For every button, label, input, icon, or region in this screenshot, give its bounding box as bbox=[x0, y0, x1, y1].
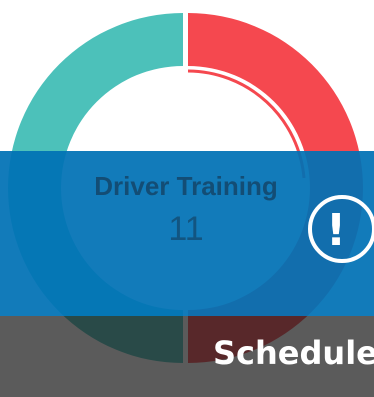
schedule-link[interactable]: Schedule bbox=[213, 333, 374, 373]
dashboard-widget-tile[interactable]: Driver Training 11 ! Schedule bbox=[0, 0, 374, 397]
widget-title: Driver Training bbox=[94, 171, 278, 201]
widget-count: 11 bbox=[168, 210, 204, 248]
footer-bar[interactable]: Schedule bbox=[0, 316, 374, 397]
alert-glyph: ! bbox=[326, 205, 346, 256]
exclamation-circle-icon[interactable]: ! bbox=[306, 193, 374, 265]
info-banner: Driver Training 11 ! bbox=[0, 151, 374, 316]
